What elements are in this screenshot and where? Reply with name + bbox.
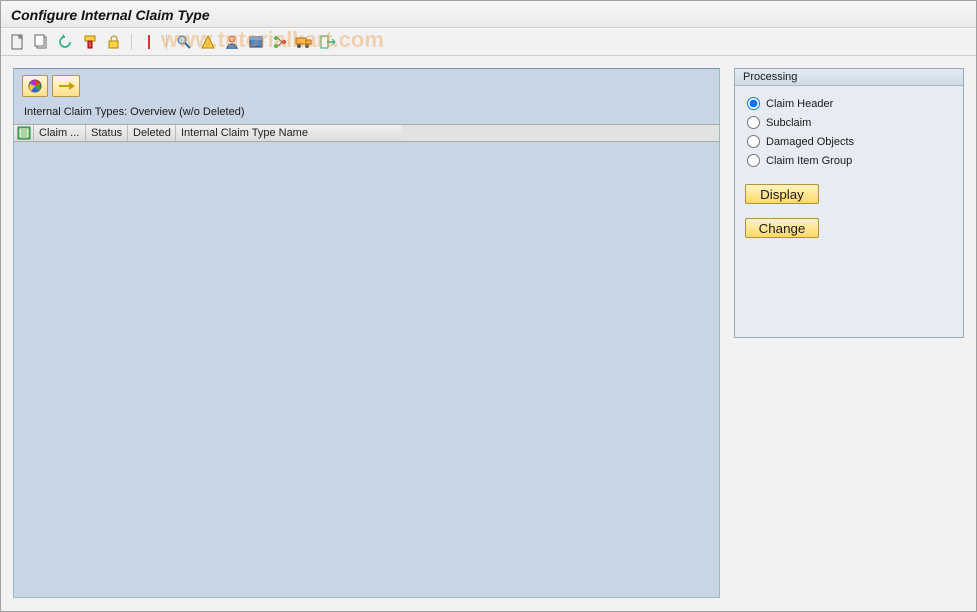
next-button[interactable] bbox=[52, 75, 80, 97]
new-document-icon[interactable] bbox=[9, 33, 27, 51]
radio-subclaim[interactable]: Subclaim bbox=[745, 113, 953, 132]
main-area: Internal Claim Types: Overview (w/o Dele… bbox=[1, 56, 976, 610]
app-toolbar: www.tutorialkart.com bbox=[1, 28, 976, 56]
toolbar-separator bbox=[131, 34, 132, 50]
exit-icon[interactable] bbox=[319, 33, 337, 51]
col-claim[interactable]: Claim ... bbox=[34, 125, 86, 141]
filter-icon[interactable] bbox=[81, 33, 99, 51]
processing-panel: Processing Claim Header Subclaim Damaged… bbox=[734, 68, 964, 338]
col-name[interactable]: Internal Claim Type Name bbox=[176, 125, 402, 141]
display-button[interactable]: Display bbox=[745, 184, 819, 204]
copy-icon[interactable] bbox=[33, 33, 51, 51]
radio-subclaim-input[interactable] bbox=[747, 116, 760, 129]
title-bar: Configure Internal Claim Type bbox=[1, 1, 976, 28]
col-deleted[interactable]: Deleted bbox=[128, 125, 176, 141]
user-icon[interactable] bbox=[223, 33, 241, 51]
toolbar-separator bbox=[166, 34, 167, 50]
radio-damaged-objects[interactable]: Damaged Objects bbox=[745, 132, 953, 151]
processing-body: Claim Header Subclaim Damaged Objects Cl… bbox=[735, 86, 963, 246]
radio-damaged-objects-input[interactable] bbox=[747, 135, 760, 148]
transport-icon[interactable] bbox=[295, 33, 313, 51]
pointer-icon[interactable] bbox=[140, 33, 158, 51]
grid-body[interactable] bbox=[14, 142, 719, 590]
change-button[interactable]: Change bbox=[745, 218, 819, 238]
radio-claim-item-group[interactable]: Claim Item Group bbox=[745, 151, 953, 170]
radio-claim-header-label: Claim Header bbox=[766, 98, 833, 110]
left-subtitle: Internal Claim Types: Overview (w/o Dele… bbox=[14, 103, 719, 124]
search-icon[interactable] bbox=[175, 33, 193, 51]
undo-icon[interactable] bbox=[57, 33, 75, 51]
radio-claim-item-group-input[interactable] bbox=[747, 154, 760, 167]
left-panel: Internal Claim Types: Overview (w/o Dele… bbox=[13, 68, 720, 598]
grid-header: Claim ... Status Deleted Internal Claim … bbox=[14, 124, 719, 142]
measure-icon[interactable] bbox=[199, 33, 217, 51]
processing-title: Processing bbox=[735, 69, 963, 86]
left-toolbar bbox=[14, 69, 719, 103]
page-title: Configure Internal Claim Type bbox=[11, 7, 966, 23]
folder-icon[interactable] bbox=[247, 33, 265, 51]
radio-claim-header-input[interactable] bbox=[747, 97, 760, 110]
radio-damaged-objects-label: Damaged Objects bbox=[766, 136, 854, 148]
select-all-cell[interactable] bbox=[14, 125, 34, 141]
col-status[interactable]: Status bbox=[86, 125, 128, 141]
radio-claim-item-group-label: Claim Item Group bbox=[766, 155, 852, 167]
radio-claim-header[interactable]: Claim Header bbox=[745, 94, 953, 113]
lock-icon[interactable] bbox=[105, 33, 123, 51]
tree-icon[interactable] bbox=[271, 33, 289, 51]
radio-subclaim-label: Subclaim bbox=[766, 117, 811, 129]
palette-button[interactable] bbox=[22, 75, 48, 97]
